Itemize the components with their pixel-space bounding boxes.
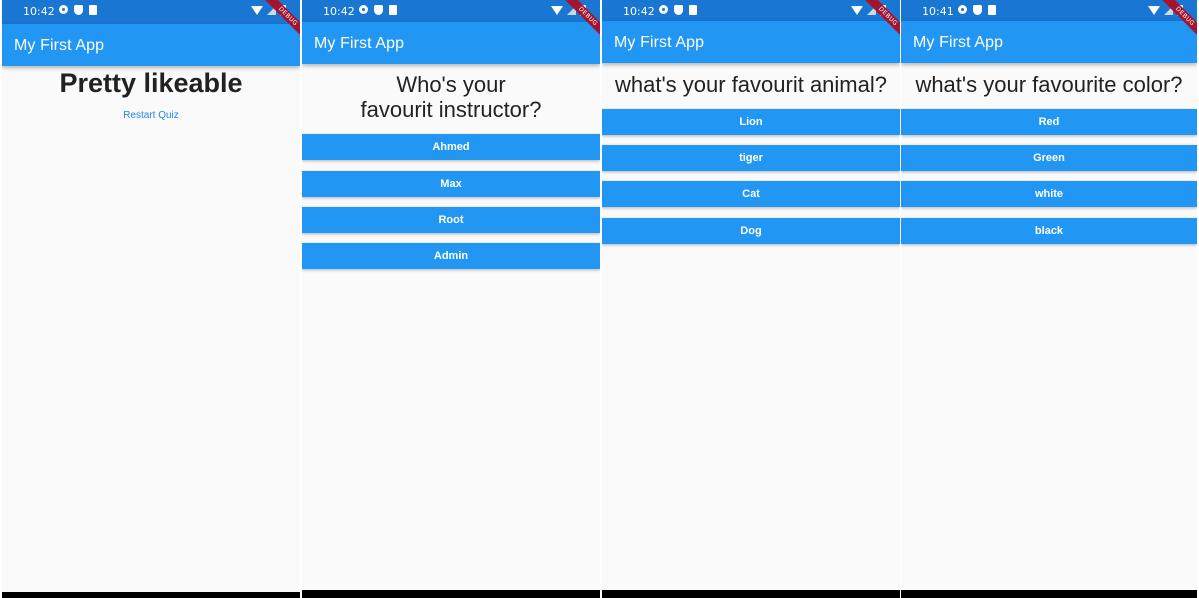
status-time: 10:42 <box>323 5 355 18</box>
phone-frame-color: 10:41 DEBUG My First App what's your fav… <box>901 0 1197 598</box>
phone-frame-animal: 10:42 DEBUG My First App what's your fav… <box>602 0 900 598</box>
answer-button-black[interactable]: black <box>901 218 1197 244</box>
status-bar: 10:42 <box>302 0 600 24</box>
app-bar: My First App <box>302 22 600 64</box>
wifi-icon <box>251 6 263 15</box>
answer-button-max[interactable]: Max <box>302 171 600 197</box>
app-bar: My First App <box>602 21 900 63</box>
answer-button-admin[interactable]: Admin <box>302 243 600 269</box>
screen-color-question: 10:41 DEBUG My First App what's your fav… <box>901 0 1197 590</box>
wifi-icon <box>851 6 863 15</box>
answer-button-dog[interactable]: Dog <box>602 218 900 244</box>
screen-animal-question: 10:42 DEBUG My First App what's your fav… <box>602 0 900 590</box>
sim-card-icon <box>988 5 996 15</box>
status-icons-left <box>359 5 397 15</box>
phone-frame-instructor: 10:42 DEBUG My First App Who's your favo… <box>302 0 600 598</box>
settings-icon <box>958 5 967 14</box>
settings-icon <box>659 5 668 14</box>
sim-card-icon <box>389 5 397 15</box>
sim-card-icon <box>689 5 697 15</box>
status-time: 10:42 <box>23 5 55 18</box>
answer-button-red[interactable]: Red <box>901 109 1197 135</box>
screen-result: 10:42 DEBUG My First App Pretty likeable… <box>2 0 300 592</box>
sim-card-icon <box>89 5 97 15</box>
status-icons-left <box>59 5 97 15</box>
answer-button-tiger[interactable]: tiger <box>602 145 900 171</box>
wifi-icon <box>551 6 563 15</box>
question-text: what's your favourite color? <box>915 72 1183 97</box>
app-bar: My First App <box>2 24 300 66</box>
shield-icon <box>74 5 83 15</box>
status-time: 10:42 <box>623 5 655 18</box>
app-title: My First App <box>913 34 1004 51</box>
settings-icon <box>359 5 368 14</box>
wifi-icon <box>1148 6 1160 15</box>
phone-frame-result: 10:42 DEBUG My First App Pretty likeable… <box>2 0 300 598</box>
question-text: Who's your favourit instructor? <box>360 72 542 122</box>
status-icons-left <box>958 5 996 15</box>
app-title: My First App <box>614 34 705 51</box>
app-title: My First App <box>14 37 105 54</box>
answer-button-root[interactable]: Root <box>302 207 600 233</box>
answer-button-ahmed[interactable]: Ahmed <box>302 134 600 160</box>
settings-icon <box>59 5 68 14</box>
status-time: 10:41 <box>922 5 954 18</box>
app-bar: My First App <box>901 21 1197 63</box>
app-title: My First App <box>314 35 405 52</box>
answer-button-green[interactable]: Green <box>901 145 1197 171</box>
screen-instructor-question: 10:42 DEBUG My First App Who's your favo… <box>302 0 600 590</box>
result-text: Pretty likeable <box>59 68 243 98</box>
status-bar: 10:42 <box>2 0 300 24</box>
shield-icon <box>374 5 383 15</box>
answer-button-cat[interactable]: Cat <box>602 181 900 207</box>
shield-icon <box>674 5 683 15</box>
answer-button-white[interactable]: white <box>901 181 1197 207</box>
shield-icon <box>973 5 982 15</box>
answer-button-lion[interactable]: Lion <box>602 109 900 135</box>
restart-quiz-button[interactable]: Restart Quiz <box>2 110 300 121</box>
question-text: what's your favourit animal? <box>615 72 887 97</box>
status-icons-left <box>659 5 697 15</box>
